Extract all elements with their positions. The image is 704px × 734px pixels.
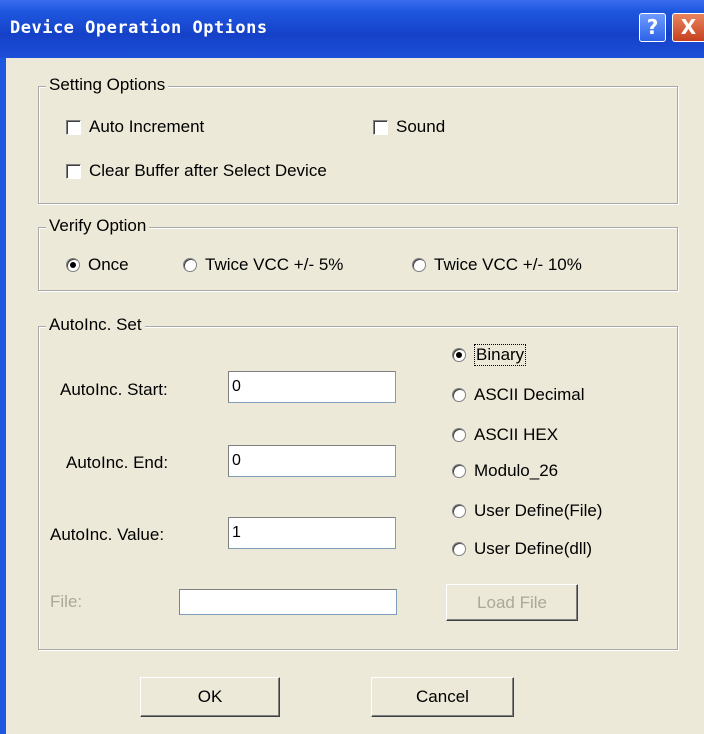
group-border: [38, 86, 678, 204]
autoinc-end-input[interactable]: [228, 445, 396, 477]
title-bar[interactable]: Device Operation Options ? X: [0, 0, 704, 58]
checkbox-label: Sound: [396, 117, 446, 136]
cancel-button[interactable]: Cancel: [371, 677, 514, 717]
radio-dot[interactable]: [452, 348, 466, 362]
radio-dot[interactable]: [452, 388, 466, 402]
radio-dot[interactable]: [412, 258, 426, 272]
verify-twice-5-radio[interactable]: Twice VCC +/- 5%: [183, 255, 343, 275]
radio-dot[interactable]: [452, 542, 466, 556]
radio-dot[interactable]: [183, 258, 197, 272]
verify-twice-10-radio[interactable]: Twice VCC +/- 10%: [412, 255, 582, 275]
radio-label: Binary: [474, 344, 527, 366]
load-file-button[interactable]: Load File: [446, 584, 578, 621]
radio-label: User Define(dll): [474, 539, 593, 558]
format-binary-radio[interactable]: Binary: [452, 344, 527, 366]
group-title: AutoInc. Set: [46, 315, 145, 335]
radio-dot[interactable]: [66, 258, 80, 272]
radio-label: ASCII Decimal: [474, 385, 585, 404]
window-frame-left: [0, 58, 6, 734]
help-button[interactable]: ?: [639, 13, 666, 42]
autoinc-value-input[interactable]: [228, 517, 396, 549]
group-title: Setting Options: [46, 75, 169, 95]
autoinc-start-label: AutoInc. Start:: [60, 380, 168, 399]
setting-options-group: Setting Options: [38, 75, 678, 204]
auto-increment-checkbox[interactable]: Auto Increment: [66, 117, 204, 137]
radio-label: Twice VCC +/- 5%: [205, 255, 344, 274]
sound-checkbox[interactable]: Sound: [373, 117, 445, 137]
radio-dot[interactable]: [452, 504, 466, 518]
verify-once-radio[interactable]: Once: [66, 255, 129, 275]
checkbox-label: Clear Buffer after Select Device: [89, 161, 327, 180]
checkbox-box[interactable]: [66, 119, 81, 135]
window-title: Device Operation Options: [10, 18, 268, 38]
autoinc-start-input[interactable]: [228, 371, 396, 403]
ok-button[interactable]: OK: [140, 677, 280, 717]
radio-dot[interactable]: [452, 428, 466, 442]
close-icon: X: [680, 15, 697, 39]
file-input[interactable]: [179, 589, 397, 615]
format-ascii-decimal-radio[interactable]: ASCII Decimal: [452, 385, 585, 405]
radio-label: Twice VCC +/- 10%: [434, 255, 582, 274]
checkbox-label: Auto Increment: [89, 117, 205, 136]
radio-dot[interactable]: [452, 464, 466, 478]
clear-buffer-checkbox[interactable]: Clear Buffer after Select Device: [66, 161, 327, 181]
group-title: Verify Option: [46, 216, 150, 236]
format-ascii-hex-radio[interactable]: ASCII HEX: [452, 425, 558, 445]
verify-option-group: Verify Option: [38, 216, 678, 291]
format-modulo-26-radio[interactable]: Modulo_26: [452, 461, 558, 481]
radio-label: Modulo_26: [474, 461, 559, 480]
checkbox-box[interactable]: [66, 163, 81, 179]
radio-label: Once: [88, 255, 129, 274]
help-icon: ?: [646, 15, 659, 39]
group-border: [38, 227, 678, 291]
radio-label: ASCII HEX: [474, 425, 559, 444]
file-label: File:: [50, 592, 83, 611]
format-user-define-dll-radio[interactable]: User Define(dll): [452, 539, 592, 559]
format-user-define-file-radio[interactable]: User Define(File): [452, 501, 602, 521]
radio-label: User Define(File): [474, 501, 603, 520]
autoinc-end-label: AutoInc. End:: [66, 453, 169, 472]
checkbox-box[interactable]: [373, 119, 388, 135]
autoinc-value-label: AutoInc. Value:: [50, 525, 165, 544]
close-button[interactable]: X: [672, 13, 704, 42]
